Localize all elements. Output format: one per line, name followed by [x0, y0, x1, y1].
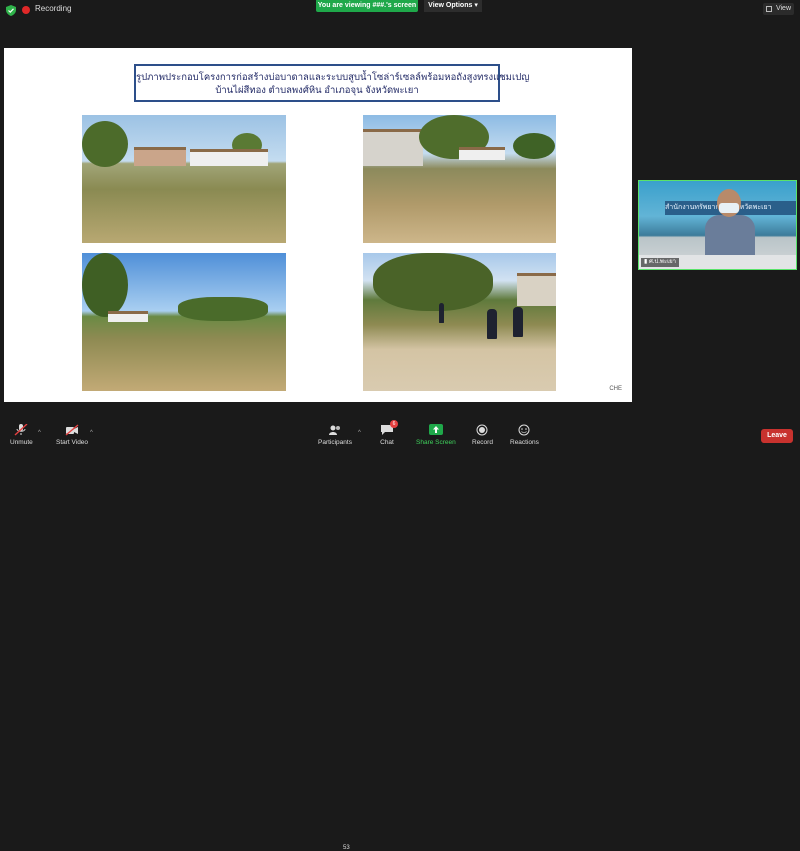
unmute-label: Unmute [10, 439, 33, 446]
reactions-label: Reactions [510, 439, 539, 446]
site-photo-1 [82, 115, 286, 243]
shield-icon[interactable] [6, 5, 16, 16]
smiley-icon [517, 424, 531, 436]
participants-icon [328, 424, 342, 436]
site-photo-4 [363, 253, 556, 391]
record-icon [475, 424, 489, 436]
video-camera-off-icon [65, 424, 79, 436]
view-options-label: View Options [428, 2, 473, 9]
chat-label: Chat [380, 439, 394, 446]
participants-chevron-icon[interactable]: ^ [358, 430, 361, 436]
slide-title-line1: รูปภาพประกอบโครงการก่อสร้างบ่อบาดาลและระ… [136, 72, 530, 83]
unmute-button[interactable]: Unmute [10, 424, 33, 446]
participant-figure [705, 189, 755, 259]
slide-title-box: รูปภาพประกอบโครงการก่อสร้างบ่อบาดาลและระ… [134, 64, 530, 102]
chevron-down-icon: ▾ [474, 2, 478, 9]
slide-title-line2: บ้านไผ่สีทอง ตำบลพงศ์หิน อำเภอจุน จังหวั… [215, 85, 419, 96]
view-options-button[interactable]: View Options ▾ [424, 0, 482, 12]
shared-screen-slide: รูปภาพประกอบโครงการก่อสร้างบ่อบาดาลและระ… [4, 48, 632, 402]
microphone-muted-icon [14, 424, 28, 436]
participants-label: Participants [318, 439, 352, 446]
participants-button[interactable]: Participants [318, 424, 352, 446]
viewing-screen-banner: You are viewing ###.'s screen [316, 0, 418, 12]
participant-video-tile[interactable]: สำนักงานทรัพยากรน้ำจังหวัดพะเยา ▮ ศ.ป.พะ… [638, 180, 797, 270]
recording-label: Recording [35, 4, 72, 13]
view-label: View [775, 5, 791, 12]
record-button[interactable]: Record [472, 424, 493, 446]
participant-name: ศ.ป.พะเยา [648, 259, 677, 265]
share-screen-label: Share Screen [416, 439, 456, 446]
video-options-chevron-icon[interactable]: ^ [90, 430, 93, 436]
chat-button[interactable]: 6 Chat [380, 420, 398, 446]
start-video-button[interactable]: Start Video [56, 424, 88, 446]
chat-unread-badge: 6 [390, 420, 398, 428]
site-photo-2 [363, 115, 556, 243]
view-button[interactable]: View [763, 3, 794, 15]
meeting-toolbar: Unmute ^ Start Video ^ Participants 53 ^… [0, 418, 800, 851]
share-screen-icon [428, 424, 443, 436]
chat-icon: 6 [380, 420, 398, 436]
reactions-button[interactable]: Reactions [510, 424, 539, 446]
recording-dot-icon [22, 6, 30, 14]
participants-count: 53 [343, 845, 350, 851]
start-video-label: Start Video [56, 439, 89, 446]
meeting-top-bar: Recording You are viewing ###.'s screen … [0, 0, 800, 20]
participant-name-label: ▮ ศ.ป.พะเยา [641, 258, 680, 267]
grid-view-icon [766, 6, 772, 12]
leave-button[interactable]: Leave [761, 429, 793, 443]
share-screen-button[interactable]: Share Screen [416, 424, 456, 446]
site-photo-3 [82, 253, 286, 391]
record-label: Record [472, 439, 493, 446]
audio-options-chevron-icon[interactable]: ^ [38, 430, 41, 436]
slide-logo: CHE [609, 386, 622, 392]
